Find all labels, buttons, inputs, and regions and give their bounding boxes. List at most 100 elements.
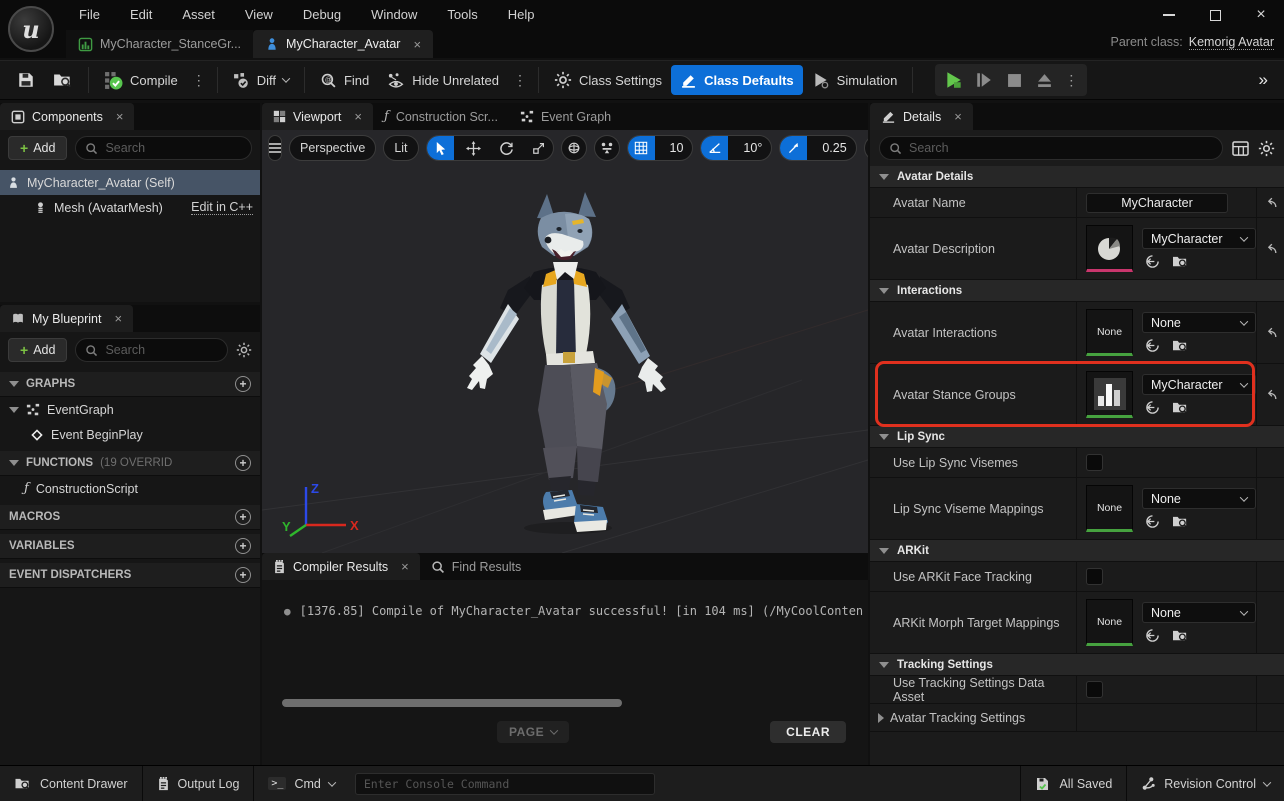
scale-tool-button[interactable] (526, 135, 553, 161)
tab-avatar[interactable]: MyCharacter_Avatar × (253, 30, 433, 58)
use-selected-asset-icon[interactable] (1145, 628, 1160, 643)
close-tab-icon[interactable]: × (116, 109, 124, 124)
scale-snap-toggle[interactable] (780, 135, 807, 161)
close-button[interactable]: × (1238, 0, 1284, 30)
add-graph-icon[interactable]: + (235, 376, 251, 392)
tab-compiler-results[interactable]: Compiler Results × (262, 553, 420, 580)
component-self-row[interactable]: MyCharacter_Avatar (Self) (0, 170, 260, 195)
add-function-icon[interactable]: + (235, 455, 251, 471)
section-avatar-details[interactable]: Avatar Details (870, 166, 1284, 188)
use-arkit-face-tracking-checkbox[interactable] (1086, 568, 1103, 585)
menu-help[interactable]: Help (493, 0, 550, 30)
maximize-button[interactable] (1192, 0, 1238, 30)
browse-asset-button[interactable] (44, 65, 82, 95)
menu-edit[interactable]: Edit (115, 0, 167, 30)
menu-view[interactable]: View (230, 0, 288, 30)
rotate-tool-button[interactable] (493, 135, 520, 161)
stop-button[interactable] (999, 67, 1029, 93)
add-blueprint-item-button[interactable]: + Add (8, 338, 67, 362)
hide-unrelated-button[interactable]: Hide Unrelated (378, 65, 508, 95)
compile-button[interactable]: Compile (95, 65, 187, 95)
tab-my-blueprint[interactable]: My Blueprint × (0, 305, 133, 332)
graphs-section-header[interactable]: GRAPHS + (0, 372, 260, 397)
section-arkit[interactable]: ARKit (870, 540, 1284, 562)
tab-construction-script[interactable]: ƒ Construction Scr... (373, 103, 509, 130)
menu-file[interactable]: File (64, 0, 115, 30)
use-tracking-settings-checkbox[interactable] (1086, 681, 1103, 698)
use-selected-asset-icon[interactable] (1145, 338, 1160, 353)
menu-window[interactable]: Window (356, 0, 432, 30)
avatar-name-input[interactable] (1086, 193, 1228, 213)
gizmo-coordinate-button[interactable] (561, 135, 587, 161)
output-log-button[interactable]: Output Log (143, 766, 254, 801)
page-dropdown[interactable]: PAGE (497, 721, 569, 743)
close-tab-icon[interactable]: × (354, 109, 362, 124)
close-tab-icon[interactable]: × (413, 37, 421, 52)
functions-section-header[interactable]: FUNCTIONS (19 OVERRID + (0, 451, 260, 476)
use-selected-asset-icon[interactable] (1145, 514, 1160, 529)
variables-section-header[interactable]: VARIABLES + (0, 534, 260, 559)
play-button[interactable] (939, 67, 969, 93)
display-filter-icon[interactable] (1232, 141, 1249, 156)
tab-find-results[interactable]: Find Results (420, 553, 532, 580)
avatar-stance-groups-thumbnail[interactable] (1086, 371, 1133, 418)
viewport-menu-button[interactable] (268, 135, 282, 161)
components-search[interactable] (75, 136, 252, 160)
viewport-3d[interactable]: Perspective Lit (262, 130, 868, 553)
browse-to-asset-icon[interactable] (1172, 628, 1189, 643)
hide-unrelated-options-icon[interactable]: ⋮ (508, 72, 532, 89)
minimize-button[interactable] (1146, 0, 1192, 30)
settings-gear-icon[interactable] (236, 342, 252, 358)
simulation-button[interactable]: Simulation (803, 65, 907, 95)
horizontal-scrollbar[interactable] (282, 699, 622, 707)
browse-to-asset-icon[interactable] (1172, 254, 1189, 269)
lit-dropdown[interactable]: Lit (383, 135, 418, 161)
all-saved-button[interactable]: All Saved (1021, 766, 1126, 801)
find-button[interactable]: @ Find (311, 65, 378, 95)
section-interactions[interactable]: Interactions (870, 280, 1284, 302)
cmd-dropdown[interactable]: >_ Cmd (254, 766, 348, 801)
clear-button[interactable]: CLEAR (770, 721, 846, 743)
section-lip-sync[interactable]: Lip Sync (870, 426, 1284, 448)
revert-avatar-interactions-button[interactable] (1257, 302, 1284, 363)
macros-section-header[interactable]: MACROS + (0, 505, 260, 530)
add-macro-icon[interactable]: + (235, 509, 251, 525)
toolbar-overflow-icon[interactable]: » (1259, 70, 1276, 90)
save-button[interactable] (8, 65, 44, 95)
revert-avatar-description-button[interactable] (1257, 218, 1284, 279)
tab-details[interactable]: Details × (870, 103, 973, 130)
avatar-description-thumbnail[interactable] (1086, 225, 1133, 272)
arkit-morph-target-mappings-dropdown[interactable]: None (1142, 602, 1256, 623)
browse-to-asset-icon[interactable] (1172, 338, 1189, 353)
expand-icon[interactable] (878, 713, 884, 723)
revert-avatar-stance-groups-button[interactable] (1257, 364, 1284, 425)
avatar-interactions-thumbnail[interactable]: None (1086, 309, 1133, 356)
camera-speed-control[interactable]: 1 (864, 135, 868, 161)
close-tab-icon[interactable]: × (954, 109, 962, 124)
use-selected-asset-icon[interactable] (1145, 400, 1160, 415)
my-blueprint-search-input[interactable] (105, 343, 218, 357)
angle-snap-value[interactable]: 10° (734, 141, 771, 155)
parent-class-link[interactable]: Kemorig Avatar (1189, 35, 1274, 50)
angle-snap-toggle[interactable] (701, 135, 728, 161)
my-blueprint-search[interactable] (75, 338, 228, 362)
lip-sync-viseme-mappings-dropdown[interactable]: None (1142, 488, 1256, 509)
lip-sync-viseme-mappings-thumbnail[interactable]: None (1086, 485, 1133, 532)
tab-event-graph[interactable]: Event Graph (509, 103, 622, 130)
play-options-icon[interactable]: ⋮ (1059, 72, 1083, 89)
event-dispatchers-section-header[interactable]: EVENT DISPATCHERS + (0, 563, 260, 588)
components-search-input[interactable] (105, 141, 242, 155)
scale-snap-value[interactable]: 0.25 (813, 141, 855, 155)
browse-to-asset-icon[interactable] (1172, 514, 1189, 529)
tab-stance-groups[interactable]: MyCharacter_StanceGr... (66, 30, 253, 58)
construction-script-row[interactable]: ƒ ConstructionScript (0, 476, 260, 501)
edit-in-cpp-link[interactable]: Edit in C++ (191, 200, 253, 215)
perspective-dropdown[interactable]: Perspective (289, 135, 376, 161)
event-graph-row[interactable]: EventGraph (0, 397, 260, 422)
close-tab-icon[interactable]: × (401, 559, 409, 574)
use-lip-sync-visemes-checkbox[interactable] (1086, 454, 1103, 471)
tab-viewport[interactable]: Viewport × (262, 103, 373, 130)
component-mesh-row[interactable]: Mesh (AvatarMesh) Edit in C++ (0, 195, 260, 220)
tab-components[interactable]: Components × (0, 103, 134, 130)
close-tab-icon[interactable]: × (114, 311, 122, 326)
